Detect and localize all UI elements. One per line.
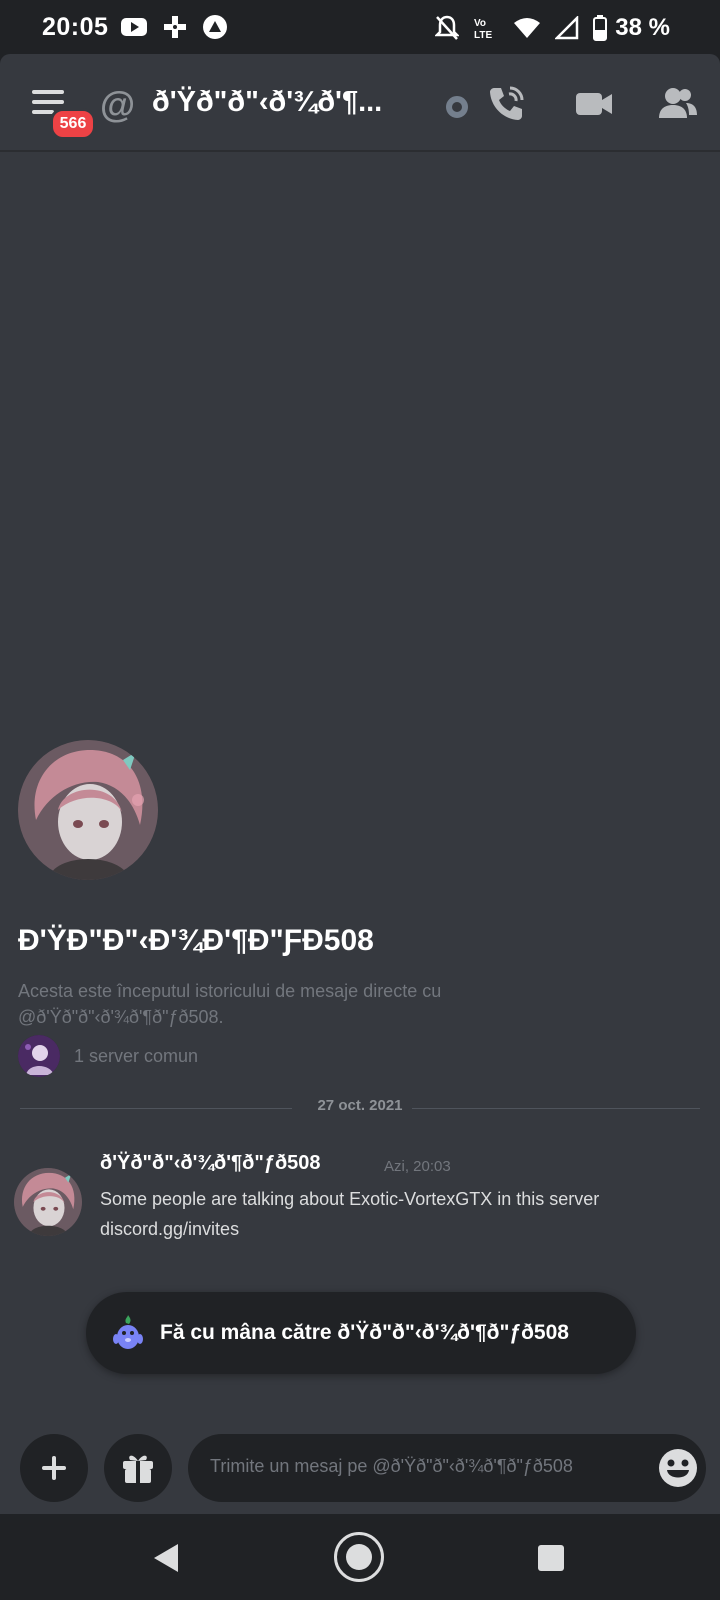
battery-icon <box>593 15 608 41</box>
members-icon[interactable] <box>658 84 698 124</box>
add-attachment-button[interactable] <box>20 1434 88 1502</box>
message-input[interactable]: Trimite un mesaj pe @ð'Ÿð"ð"‹ð'¾ð'¶ð"ƒð5… <box>188 1434 706 1502</box>
channel-header: 566 @ ð'Ÿð"ð"‹ð'¾ð'¶... <box>0 54 720 152</box>
message-timestamp: Azi, 20:03 <box>384 1158 451 1175</box>
svg-text:Vo: Vo <box>474 18 486 29</box>
message-avatar[interactable] <box>14 1168 82 1236</box>
profile-display-name: Ð'ŸÐ"Ð"‹Ð'¾Ð'¶Ð"ƑÐ508 <box>18 924 374 957</box>
message-link[interactable]: discord.gg/invites <box>100 1214 660 1244</box>
status-bar: 20:05 Vo LTE 38 % <box>0 0 720 54</box>
svg-text:LTE: LTE <box>474 30 492 41</box>
chat-area[interactable]: Ð'ŸÐ"Ð"‹Ð'¾Ð'¶Ð"ƑÐ508 Acesta este începu… <box>0 152 720 1434</box>
voice-call-icon[interactable] <box>486 84 526 124</box>
profile-avatar[interactable] <box>18 740 158 880</box>
mutual-servers-label: 1 server comun <box>74 1045 199 1066</box>
battery-percent: 38 % <box>615 14 670 41</box>
wumpus-wave-icon <box>113 1315 143 1349</box>
message-input-placeholder: Trimite un mesaj pe @ð'Ÿð"ð"‹ð'¾ð'¶ð"ƒð5… <box>210 1456 573 1476</box>
wave-button-label: Fă cu mâna către ð'Ÿð"ð"‹ð'¾ð'¶ð"ƒð508 <box>160 1321 569 1344</box>
channel-title[interactable]: ð'Ÿð"ð"‹ð'¾ð'¶... <box>152 86 382 119</box>
vpn-icon <box>203 15 227 39</box>
message-author[interactable]: ð'Ÿð"ð"‹ð'¾ð'¶ð"ƒð508 <box>100 1152 321 1175</box>
message-content: Some people are talking about Exotic-Vor… <box>100 1184 660 1244</box>
bell-off-icon <box>435 15 460 40</box>
wifi-icon <box>514 18 541 38</box>
status-time: 20:05 <box>42 13 109 41</box>
video-call-icon[interactable] <box>574 84 614 124</box>
game-controller-icon <box>164 16 186 38</box>
message-composer: Trimite un mesaj pe @ð'Ÿð"ð"‹ð'¾ð'¶ð"ƒð5… <box>0 1420 720 1514</box>
wave-button[interactable]: Fă cu mâna către ð'Ÿð"ð"‹ð'¾ð'¶ð"ƒð508 <box>86 1292 636 1374</box>
dm-intro-text: Acesta este începutul istoricului de mes… <box>18 981 442 1027</box>
divider-date: 27 oct. 2021 <box>317 1097 403 1114</box>
at-icon: @ <box>100 84 136 125</box>
gift-icon <box>123 1455 153 1483</box>
signal-icon <box>555 16 579 40</box>
youtube-icon <box>121 18 147 36</box>
mutual-servers[interactable]: 1 server comun <box>18 1035 198 1077</box>
server-avatar <box>18 1035 60 1077</box>
system-navigation-bar <box>0 1514 720 1600</box>
back-icon[interactable] <box>152 1542 180 1574</box>
notification-badge: 566 <box>50 108 96 140</box>
status-dot <box>446 96 468 118</box>
recents-icon[interactable] <box>538 1545 564 1571</box>
message-line: Some people are talking about Exotic-Vor… <box>100 1189 600 1209</box>
gift-button[interactable] <box>104 1434 172 1502</box>
emoji-icon[interactable] <box>658 1448 698 1488</box>
plus-icon <box>42 1456 66 1480</box>
volte-icon: VoLTE <box>474 18 492 41</box>
home-icon[interactable] <box>334 1532 384 1582</box>
